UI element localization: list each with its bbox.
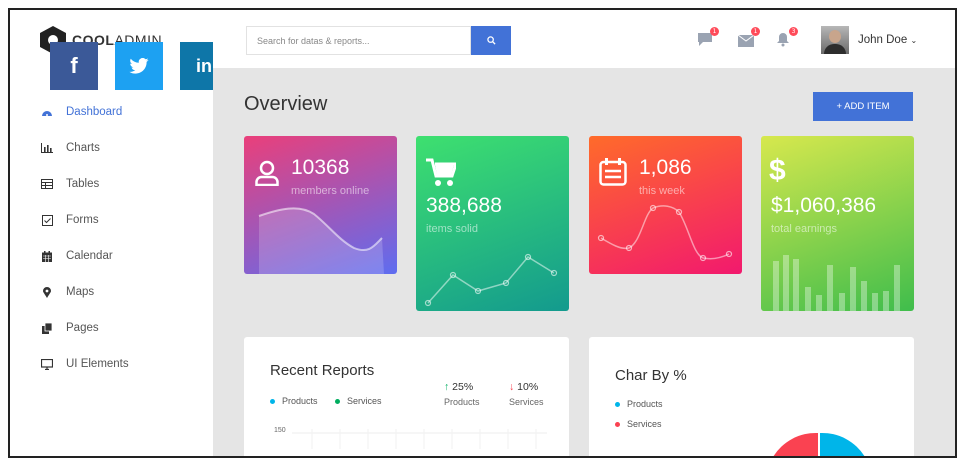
stat-value: 10368 (291, 156, 350, 179)
legend-item: Services (615, 419, 662, 429)
pie-slice-products (820, 432, 865, 456)
legend-item: Services (335, 396, 382, 406)
user-icon (255, 160, 279, 186)
char-by-card: Char By % Products Services (589, 337, 914, 456)
linkedin-icon: in (196, 55, 212, 76)
services-metric: ↓ 10% Services (509, 381, 544, 407)
app-window: COOLADMIN f in p Dashboard C (8, 8, 957, 458)
calendar-icon (40, 250, 54, 262)
comments-notification[interactable]: 1 (697, 27, 719, 48)
avatar[interactable] (821, 26, 849, 54)
cart-icon (426, 158, 456, 186)
facebook-share-button[interactable]: f (50, 42, 98, 90)
pages-icon (40, 322, 54, 334)
facebook-icon: f (70, 53, 78, 78)
bell-icon (777, 33, 789, 47)
stat-label: members online (291, 185, 370, 197)
header: Search for datas & reports... 1 1 3 John… (213, 10, 955, 68)
earnings-bars (773, 255, 900, 311)
legend-dot (335, 398, 340, 404)
pie-slice-services (773, 432, 818, 456)
sidebar-item-maps[interactable]: Maps (40, 274, 129, 310)
stat-label: items solid (426, 223, 478, 235)
dashboard-icon (40, 106, 54, 118)
sidebar-item-ui-elements[interactable]: UI Elements (40, 346, 129, 382)
members-sparkline (258, 207, 384, 274)
sidebar-item-forms[interactable]: Forms (40, 202, 129, 238)
search-icon (486, 36, 496, 45)
notification-badge: 3 (789, 27, 798, 36)
legend-dot (615, 421, 620, 427)
legend-dot (270, 398, 275, 404)
twitter-icon (129, 58, 149, 74)
search-button[interactable] (471, 26, 511, 55)
sidebar: COOLADMIN f in p Dashboard C (10, 10, 294, 456)
main-content: Search for datas & reports... 1 1 3 John… (213, 10, 955, 456)
sidebar-item-charts[interactable]: Charts (40, 130, 129, 166)
mail-icon (737, 34, 755, 47)
sidebar-item-calendar[interactable]: Calendar (40, 238, 129, 274)
week-sparkline (597, 204, 733, 262)
table-icon (40, 178, 54, 190)
legend-dot (615, 401, 620, 407)
card-title: Recent Reports (270, 362, 375, 379)
desktop-icon (40, 358, 54, 370)
arrow-up-icon: ↑ (444, 381, 450, 393)
items-sparkline (424, 253, 558, 307)
stat-card-week[interactable]: 1,086 this week (589, 136, 742, 274)
add-item-button[interactable]: + ADD ITEM (813, 92, 913, 121)
twitter-share-button[interactable] (115, 42, 163, 90)
arrow-down-icon: ↓ (509, 381, 515, 393)
mail-notification[interactable]: 1 (737, 27, 760, 48)
user-menu[interactable]: John Doe ⌄ (858, 34, 917, 46)
report-chart-grid (292, 429, 547, 449)
y-axis-tick: 150 (274, 427, 286, 434)
checkbox-icon (40, 214, 54, 226)
sidebar-nav: Dashboard Charts Tables Forms Calendar M… (40, 94, 129, 382)
stat-value: $1,060,386 (771, 194, 877, 217)
legend-item: Products (270, 396, 318, 406)
stat-value: 1,086 (639, 156, 692, 179)
stat-label: total earnings (771, 223, 838, 235)
dollar-icon: $ (769, 154, 786, 187)
card-title: Char By % (615, 367, 687, 384)
sidebar-item-tables[interactable]: Tables (40, 166, 129, 202)
notification-badge: 1 (710, 27, 719, 36)
sidebar-item-dashboard[interactable]: Dashboard (40, 94, 129, 130)
chevron-down-icon: ⌄ (910, 36, 918, 45)
sidebar-item-pages[interactable]: Pages (40, 310, 129, 346)
notification-badge: 1 (751, 27, 760, 36)
products-metric: ↑ 25% Products (444, 381, 480, 407)
donut-chart (773, 432, 865, 456)
stat-label: this week (639, 185, 685, 197)
page-title: Overview (244, 93, 328, 115)
chart-icon (40, 142, 54, 154)
bell-notification[interactable]: 3 (776, 27, 798, 48)
legend-item: Products (615, 399, 663, 409)
map-marker-icon (40, 286, 54, 298)
recent-reports-card: Recent Reports Products Services ↑ 25% P… (244, 337, 569, 456)
search-input[interactable]: Search for datas & reports... (246, 26, 471, 55)
stat-card-items[interactable]: 388,688 items solid (416, 136, 569, 311)
stat-value: 388,688 (426, 194, 502, 217)
stat-card-earnings[interactable]: $ $1,060,386 total earnings (761, 136, 914, 311)
stat-card-members[interactable]: 10368 members online (244, 136, 397, 274)
calendar-icon (599, 158, 627, 186)
